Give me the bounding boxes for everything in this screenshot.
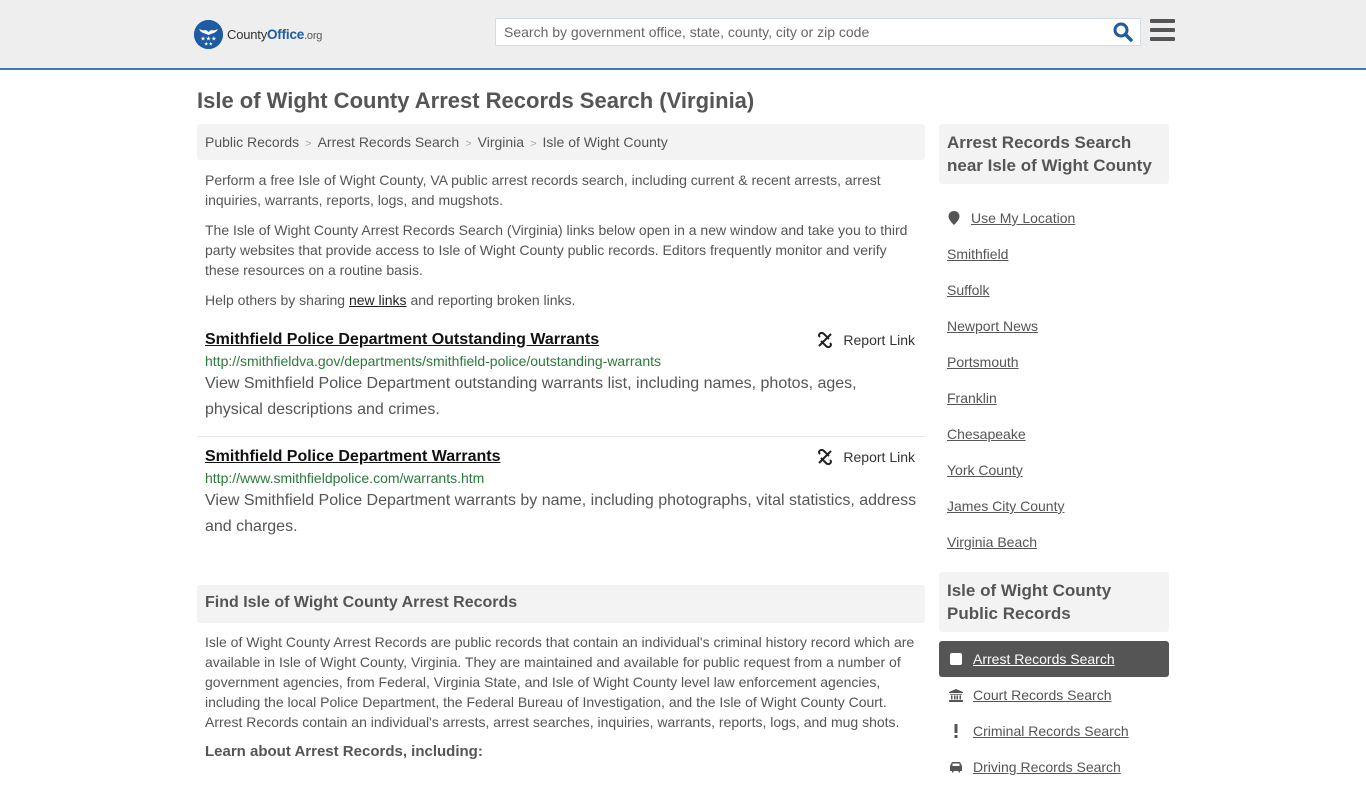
nearby-link-james-city-county[interactable]: James City County [947,498,1064,514]
breadcrumb-virginia[interactable]: Virginia [478,134,524,150]
intro-text: Perform a free Isle of Wight County, VA … [205,170,920,320]
find-records-description: Isle of Wight County Arrest Records are … [205,634,915,730]
site-logo[interactable]: ★★★ ★★ CountyOffice.org [194,20,322,49]
result-title-link[interactable]: Smithfield Police Department Outstanding… [205,331,599,349]
intro-text-before: Help others by sharing [205,292,349,308]
site-header: ★★★ ★★ CountyOffice.org [0,0,1366,70]
find-records-heading: Find Isle of Wight County Arrest Records [197,585,925,623]
nearby-item: James City County [947,488,1169,524]
report-link-label: Report Link [843,449,915,465]
nearby-item: Portsmouth [947,344,1169,380]
nearby-item: Suffolk [947,272,1169,308]
nearby-item: York County [947,452,1169,488]
nearby-link-virginia-beach[interactable]: Virginia Beach [947,534,1037,550]
search-box [495,18,1141,46]
result-description: View Smithfield Police Department warran… [205,492,917,535]
sidebar-item-criminal-records[interactable]: Criminal Records Search [939,713,1169,749]
new-links-link[interactable]: new links [349,292,407,308]
sidebar-item-driving-records[interactable]: Driving Records Search [939,749,1169,785]
intro-paragraph-2: The Isle of Wight County Arrest Records … [205,222,908,278]
car-icon [949,761,963,773]
map-pin-icon [948,211,960,225]
sidebar-item-arrest-records[interactable]: Arrest Records Search [939,641,1169,677]
square-icon [949,653,963,665]
svg-text:★★: ★★ [204,42,213,48]
page-title: Isle of Wight County Arrest Records Sear… [197,88,755,113]
nearby-link-suffolk[interactable]: Suffolk [947,282,990,298]
eagle-logo-icon: ★★★ ★★ [194,20,223,49]
nearby-item: Virginia Beach [947,524,1169,560]
report-link-button[interactable]: Report Link [817,332,915,348]
learn-about-heading: Learn about Arrest Records, including: [205,743,483,760]
breadcrumb-separator: > [465,138,472,150]
sidebar-item-label[interactable]: Criminal Records Search [973,723,1129,739]
menu-bar [1150,28,1175,32]
nearby-item: Newport News [947,308,1169,344]
hamburger-menu-button[interactable] [1150,19,1175,43]
search-input[interactable] [496,19,1096,45]
sidebar-item-court-records[interactable]: Court Records Search [939,677,1169,713]
breadcrumb-isle-of-wight-county[interactable]: Isle of Wight County [543,134,668,150]
use-my-location-item: Use My Location [947,200,1169,236]
breadcrumb-separator: > [530,138,537,150]
search-icon [1113,22,1133,42]
result-title-link[interactable]: Smithfield Police Department Warrants [205,448,500,466]
broken-link-icon [818,332,833,348]
nearby-link-smithfield[interactable]: Smithfield [947,246,1008,262]
nearby-link-franklin[interactable]: Franklin [947,390,997,406]
result-url[interactable]: http://www.smithfieldpolice.com/warrants… [205,470,917,486]
nearby-link-york-county[interactable]: York County [947,462,1023,478]
nearby-link-chesapeake[interactable]: Chesapeake [947,426,1026,442]
breadcrumb-separator: > [305,138,312,150]
nearby-link-newport-news[interactable]: Newport News [947,318,1038,334]
exclamation-icon [949,724,963,738]
result-item: Smithfield Police Department Outstanding… [197,329,925,437]
nearby-list: Use My Location Smithfield Suffolk Newpo… [947,200,1169,560]
use-my-location-link[interactable]: Use My Location [971,210,1075,226]
sidebar-item-label[interactable]: Arrest Records Search [973,651,1115,667]
menu-bar [1150,19,1175,23]
result-description: View Smithfield Police Department outsta… [205,375,857,418]
intro-paragraph-1: Perform a free Isle of Wight County, VA … [205,172,881,208]
sidebar-item-label[interactable]: Court Records Search [973,687,1112,703]
broken-link-icon [818,449,833,465]
sidebar-item-label[interactable]: Driving Records Search [973,759,1121,775]
public-records-list: Arrest Records Search Court Records Sear… [939,641,1169,785]
nearby-item: Smithfield [947,236,1169,272]
report-link-label: Report Link [843,332,915,348]
report-link-button[interactable]: Report Link [817,449,915,465]
nearby-link-portsmouth[interactable]: Portsmouth [947,354,1019,370]
public-records-heading: Isle of Wight County Public Records [939,572,1169,632]
intro-text-after: and reporting broken links. [406,292,576,308]
breadcrumb-arrest-records-search[interactable]: Arrest Records Search [318,134,460,150]
nearby-heading: Arrest Records Search near Isle of Wight… [939,124,1169,184]
breadcrumb: Public Records > Arrest Records Search > Vir… [197,124,925,160]
intro-paragraph-3: Help others by sharing new links and rep… [205,290,920,310]
breadcrumb-public-records[interactable]: Public Records [205,134,299,150]
nearby-item: Chesapeake [947,416,1169,452]
nearby-item: Franklin [947,380,1169,416]
menu-bar [1150,37,1175,41]
search-button[interactable] [1112,22,1134,44]
result-url[interactable]: http://smithfieldva.gov/departments/smit… [205,353,917,369]
result-item: Smithfield Police Department Warrants Re… [197,446,925,546]
logo-text: CountyOffice.org [227,27,323,42]
courthouse-icon [949,688,963,702]
